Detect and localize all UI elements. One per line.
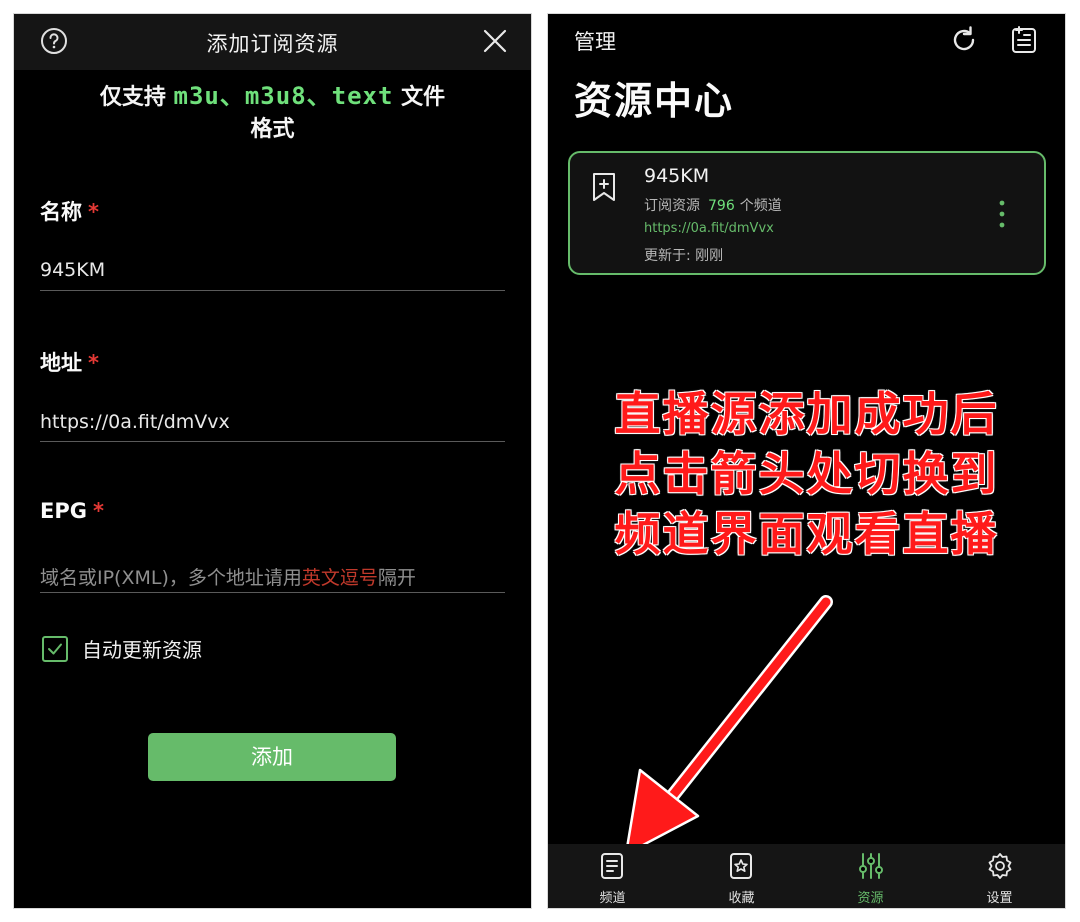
auto-update-label[interactable]: 自动更新资源: [82, 634, 202, 663]
auto-update-checkbox[interactable]: [42, 636, 68, 662]
nav-favorites[interactable]: 收藏: [677, 844, 806, 908]
star-frame-icon: [730, 853, 752, 879]
support-line2: 格式: [250, 117, 295, 142]
epg-label: EPG *: [40, 499, 104, 523]
name-field-underline: [40, 290, 505, 291]
epg-label-text: EPG: [40, 499, 87, 523]
resource-name: 945KM: [644, 165, 710, 187]
overlay-line-2: 点击箭头处切换到: [614, 447, 999, 501]
nav-channels[interactable]: 频道: [548, 844, 677, 908]
support-formats: m3u、m3u8、text: [173, 82, 394, 110]
instruction-overlay: 直播源添加成功后 点击箭头处切换到 频道界面观看直播: [548, 384, 1065, 564]
more-vertical-icon[interactable]: [998, 199, 1006, 229]
refresh-icon[interactable]: [948, 24, 980, 56]
name-field[interactable]: 945KM: [40, 259, 105, 281]
resource-info: 订阅资源 796 个频道: [644, 195, 782, 215]
add-list-icon[interactable]: [1008, 24, 1040, 56]
close-icon[interactable]: [480, 26, 510, 56]
dialog-title: 添加订阅资源: [206, 32, 339, 56]
nav-settings[interactable]: 设置: [935, 844, 1064, 908]
required-mark: *: [88, 200, 99, 224]
nav-label-resources: 资源: [857, 891, 884, 906]
resource-type: 订阅资源: [644, 198, 700, 214]
red-arrow-icon: [624, 595, 833, 856]
address-label: 地址 *: [40, 347, 99, 377]
resource-card[interactable]: 945KM 订阅资源 796 个频道 https://0a.fit/dmVvx 更新…: [568, 151, 1046, 275]
page-title: 资源中心: [574, 79, 735, 123]
manage-title: 管理: [574, 30, 616, 54]
epg-placeholder-a: 域名或IP(XML)，多个地址请用: [40, 567, 302, 589]
address-field[interactable]: https://0a.fit/dmVvx: [40, 411, 230, 433]
epg-placeholder-b: 隔开: [377, 567, 416, 589]
support-suffix: 文件: [401, 85, 446, 110]
required-mark: *: [88, 351, 99, 375]
epg-placeholder-highlight: 英文逗号: [301, 567, 378, 589]
check-icon: [48, 643, 62, 655]
overlay-line-1: 直播源添加成功后: [614, 387, 999, 441]
bottom-navigation: 频道 收藏 资源 设置: [548, 844, 1065, 908]
channel-count: 796: [708, 198, 735, 214]
overlay-line-3: 频道界面观看直播: [614, 507, 999, 561]
nav-label-settings: 设置: [986, 891, 1013, 906]
channel-count-unit: 个频道: [739, 198, 782, 214]
dialog-header: 添加订阅资源: [14, 14, 531, 70]
address-field-underline: [40, 441, 505, 442]
required-mark: *: [92, 499, 104, 523]
epg-field-underline: [40, 592, 505, 593]
resource-updated: 更新于: 刚刚: [644, 248, 724, 264]
add-button[interactable]: 添加: [148, 733, 396, 781]
name-label: 名称 *: [40, 196, 99, 226]
add-subscription-dialog: 添加订阅资源 仅支持 m3u、m3u8、text 文件 格式 名称 * 945KM…: [14, 14, 531, 908]
gear-icon: [988, 853, 1012, 879]
epg-field[interactable]: 域名或IP(XML)，多个地址请用英文逗号隔开: [40, 563, 416, 590]
resource-center-screen: 管理 资源中心 945KM 订阅资源 796 个频道 https://0a.fit/…: [548, 14, 1065, 908]
document-list-icon: [601, 853, 623, 879]
supported-formats-note: 仅支持 m3u、m3u8、text 文件 格式: [34, 80, 511, 146]
support-prefix: 仅支持: [99, 85, 166, 110]
resource-url: https://0a.fit/dmVvx: [644, 221, 774, 236]
nav-label-channels: 频道: [599, 891, 626, 906]
nav-resources[interactable]: 资源: [806, 844, 935, 908]
sliders-icon: [859, 853, 883, 879]
nav-label-favorites: 收藏: [728, 891, 755, 906]
bookmark-add-icon: [593, 173, 615, 201]
address-label-text: 地址: [40, 351, 82, 375]
name-label-text: 名称: [40, 200, 82, 224]
